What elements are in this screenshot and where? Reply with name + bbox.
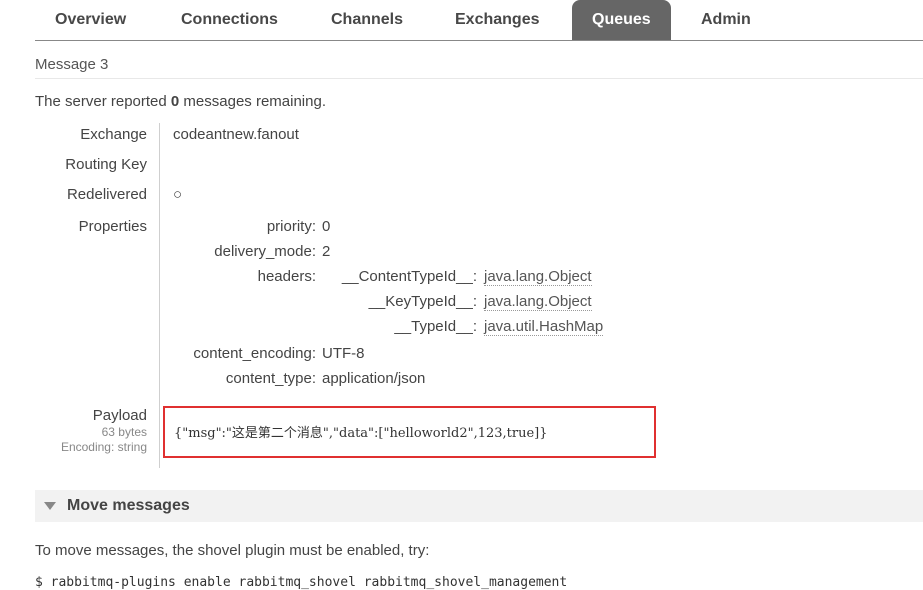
priority-value: 0 <box>322 218 331 235</box>
redelivered-value: ○ <box>173 186 183 203</box>
move-messages-note: To move messages, the shovel plugin must… <box>35 542 430 559</box>
section-divider <box>35 78 923 79</box>
triangle-down-icon <box>44 502 56 510</box>
details-divider <box>159 123 160 468</box>
payload-value: {"msg":"这是第二个消息","data":["helloworld2",1… <box>174 426 548 441</box>
redelivered-label: Redelivered <box>66 186 147 203</box>
content-type-key: content_type: <box>225 370 316 387</box>
tab-queues[interactable]: Queues <box>572 0 671 40</box>
summary-prefix: The server reported <box>35 93 167 110</box>
routing-key-label: Routing Key <box>65 156 147 173</box>
main-nav-tabs: Overview Connections Channels Exchanges … <box>35 0 923 41</box>
move-messages-title: Move messages <box>67 497 190 514</box>
tab-channels[interactable]: Channels <box>311 0 423 40</box>
properties-label: Properties <box>78 218 147 235</box>
messages-remaining-summary: The server reported 0 messages remaining… <box>35 93 326 110</box>
summary-suffix: messages remaining. <box>183 93 326 110</box>
content-type-value: application/json <box>322 370 426 387</box>
header-key-type-id-text: java.lang.Object <box>484 293 592 311</box>
tab-connections[interactable]: Connections <box>161 0 298 40</box>
header-type-id-text: java.util.HashMap <box>484 318 604 336</box>
exchange-value: codeantnew.fanout <box>173 126 299 143</box>
header-key-type-id-value: java.lang.Object <box>484 293 592 311</box>
delivery-mode-value: 2 <box>322 243 331 260</box>
move-messages-section-toggle[interactable]: Move messages <box>35 490 923 522</box>
tab-admin[interactable]: Admin <box>681 0 771 40</box>
header-key-type-id-key: __KeyTypeId__: <box>368 293 477 310</box>
priority-key: priority: <box>266 218 316 235</box>
header-type-id-value: java.util.HashMap <box>484 318 604 336</box>
exchange-label: Exchange <box>80 126 147 143</box>
payload-label: Payload <box>92 407 147 424</box>
shovel-enable-command: $ rabbitmq-plugins enable rabbitmq_shove… <box>35 575 568 590</box>
content-encoding-key: content_encoding: <box>193 345 316 362</box>
message-title: Message 3 <box>35 56 109 73</box>
tab-overview[interactable]: Overview <box>35 0 146 40</box>
remaining-count: 0 <box>170 93 180 110</box>
payload-encoding: Encoding: string <box>60 440 147 454</box>
header-content-type-id-key: __ContentTypeId__: <box>341 268 477 285</box>
header-content-type-id-value: java.lang.Object <box>484 268 592 286</box>
content-encoding-value: UTF-8 <box>322 345 365 362</box>
delivery-mode-key: delivery_mode: <box>214 243 316 260</box>
header-type-id-key: __TypeId__: <box>394 318 477 335</box>
header-content-type-id-text: java.lang.Object <box>484 268 592 286</box>
headers-key: headers: <box>257 268 316 285</box>
payload-size: 63 bytes <box>101 425 147 439</box>
tab-exchanges[interactable]: Exchanges <box>435 0 559 40</box>
